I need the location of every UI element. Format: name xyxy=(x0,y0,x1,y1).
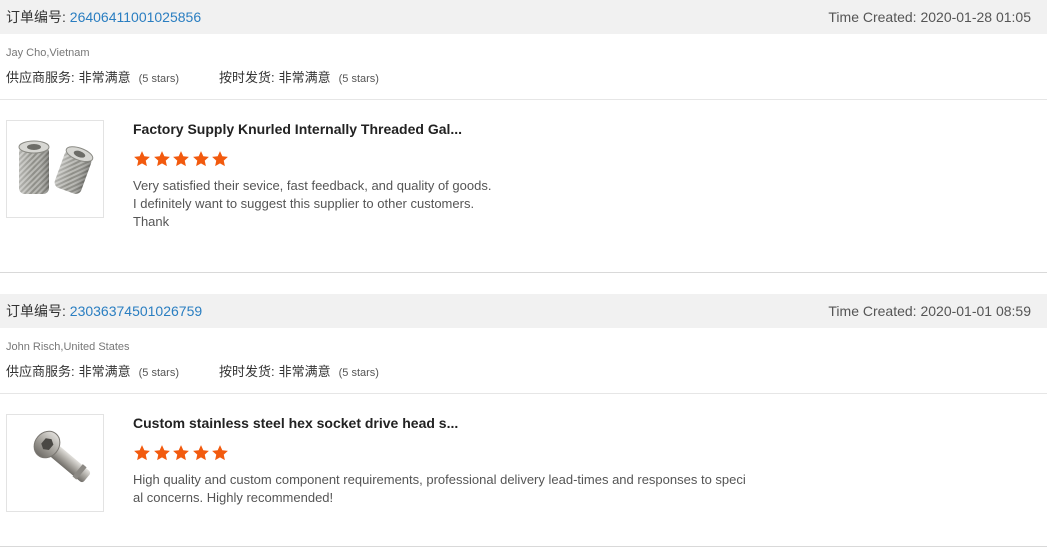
comment-line: High quality and custom component requir… xyxy=(133,472,746,487)
rating-stars-text: (5 stars) xyxy=(138,367,179,379)
knurled-nut-image xyxy=(18,140,94,194)
star-rating xyxy=(133,444,793,462)
comment-line: al concerns. Highly recommended! xyxy=(133,490,334,505)
star-icon xyxy=(173,151,189,167)
buyer-section: John Risch,United States 供应商服务: 非常满意 (5 … xyxy=(0,328,1047,394)
comment-line: Thank xyxy=(133,214,170,229)
rating-value: 非常满意 xyxy=(278,70,331,85)
rating-value: 非常满意 xyxy=(78,70,131,85)
star-icon xyxy=(212,151,228,167)
star-icon xyxy=(134,445,150,461)
divider xyxy=(0,546,1047,547)
order-label: 订单编号: xyxy=(6,9,66,25)
star-icon xyxy=(212,445,228,461)
product-title-link[interactable]: Factory Supply Knurled Internally Thread… xyxy=(133,121,462,137)
rating-stars-text: (5 stars) xyxy=(338,367,379,379)
supplier-ratings: 供应商服务: 非常满意 (5 stars) 按时发货: 非常满意 (5 star… xyxy=(6,361,1041,380)
comment-line: Very satisfied their sevice, fast feedba… xyxy=(133,178,492,193)
supplier-ratings: 供应商服务: 非常满意 (5 stars) 按时发货: 非常满意 (5 star… xyxy=(6,67,1041,86)
star-icon xyxy=(192,151,209,167)
time-created: Time Created: 2020-01-01 08:59 xyxy=(828,303,1031,319)
star-rating xyxy=(133,150,783,168)
product-thumbnail[interactable] xyxy=(6,414,104,512)
rating-label: 按时发货: xyxy=(218,70,275,85)
order-label: 订单编号: xyxy=(6,303,66,319)
rating-label: 供应商服务: xyxy=(6,70,75,85)
comment-line: I definitely want to suggest this suppli… xyxy=(133,196,475,211)
product-thumbnail[interactable] xyxy=(6,120,104,218)
buyer-name: Jay Cho,Vietnam xyxy=(6,47,90,59)
product-review: Custom stainless steel hex socket drive … xyxy=(0,394,1047,546)
star-icon xyxy=(153,151,170,167)
supplier-service-rating: 供应商服务: 非常满意 (5 stars) xyxy=(6,361,179,380)
star-icon xyxy=(173,445,189,461)
product-info: Custom stainless steel hex socket drive … xyxy=(133,414,793,546)
star-icon xyxy=(134,151,150,167)
order-header: 订单编号: 26406411001025856 Time Created: 20… xyxy=(0,0,1047,34)
review-card: 订单编号: 26406411001025856 Time Created: 20… xyxy=(0,0,1047,294)
review-card: 订单编号: 23036374501026759 Time Created: 20… xyxy=(0,294,1047,547)
rating-label: 供应商服务: xyxy=(6,364,75,379)
time-created: Time Created: 2020-01-28 01:05 xyxy=(828,9,1031,25)
order-number-link[interactable]: 23036374501026759 xyxy=(70,303,202,319)
hex-socket-bolt-image xyxy=(33,430,91,483)
on-time-delivery-rating: 按时发货: 非常满意 (5 stars) xyxy=(219,361,379,380)
product-info: Factory Supply Knurled Internally Thread… xyxy=(133,120,783,272)
buyer-name: John Risch,United States xyxy=(6,341,130,353)
rating-value: 非常满意 xyxy=(78,364,131,379)
star-icon xyxy=(192,445,209,461)
rating-stars-text: (5 stars) xyxy=(138,73,179,85)
rating-label: 按时发货: xyxy=(218,364,275,379)
buyer-section: Jay Cho,Vietnam 供应商服务: 非常满意 (5 stars) 按时… xyxy=(0,34,1047,100)
order-header: 订单编号: 23036374501026759 Time Created: 20… xyxy=(0,294,1047,328)
star-icon xyxy=(153,445,170,461)
review-comment: High quality and custom component requir… xyxy=(133,471,793,507)
order-id: 订单编号: 26406411001025856 xyxy=(6,7,201,27)
supplier-service-rating: 供应商服务: 非常满意 (5 stars) xyxy=(6,67,179,86)
review-comment: Very satisfied their sevice, fast feedba… xyxy=(133,177,783,231)
rating-value: 非常满意 xyxy=(278,364,331,379)
product-title-link[interactable]: Custom stainless steel hex socket drive … xyxy=(133,415,458,431)
order-id: 订单编号: 23036374501026759 xyxy=(6,301,202,321)
rating-stars-text: (5 stars) xyxy=(338,73,379,85)
product-review: Factory Supply Knurled Internally Thread… xyxy=(0,100,1047,272)
order-number-link[interactable]: 26406411001025856 xyxy=(70,9,201,25)
on-time-delivery-rating: 按时发货: 非常满意 (5 stars) xyxy=(219,67,379,86)
